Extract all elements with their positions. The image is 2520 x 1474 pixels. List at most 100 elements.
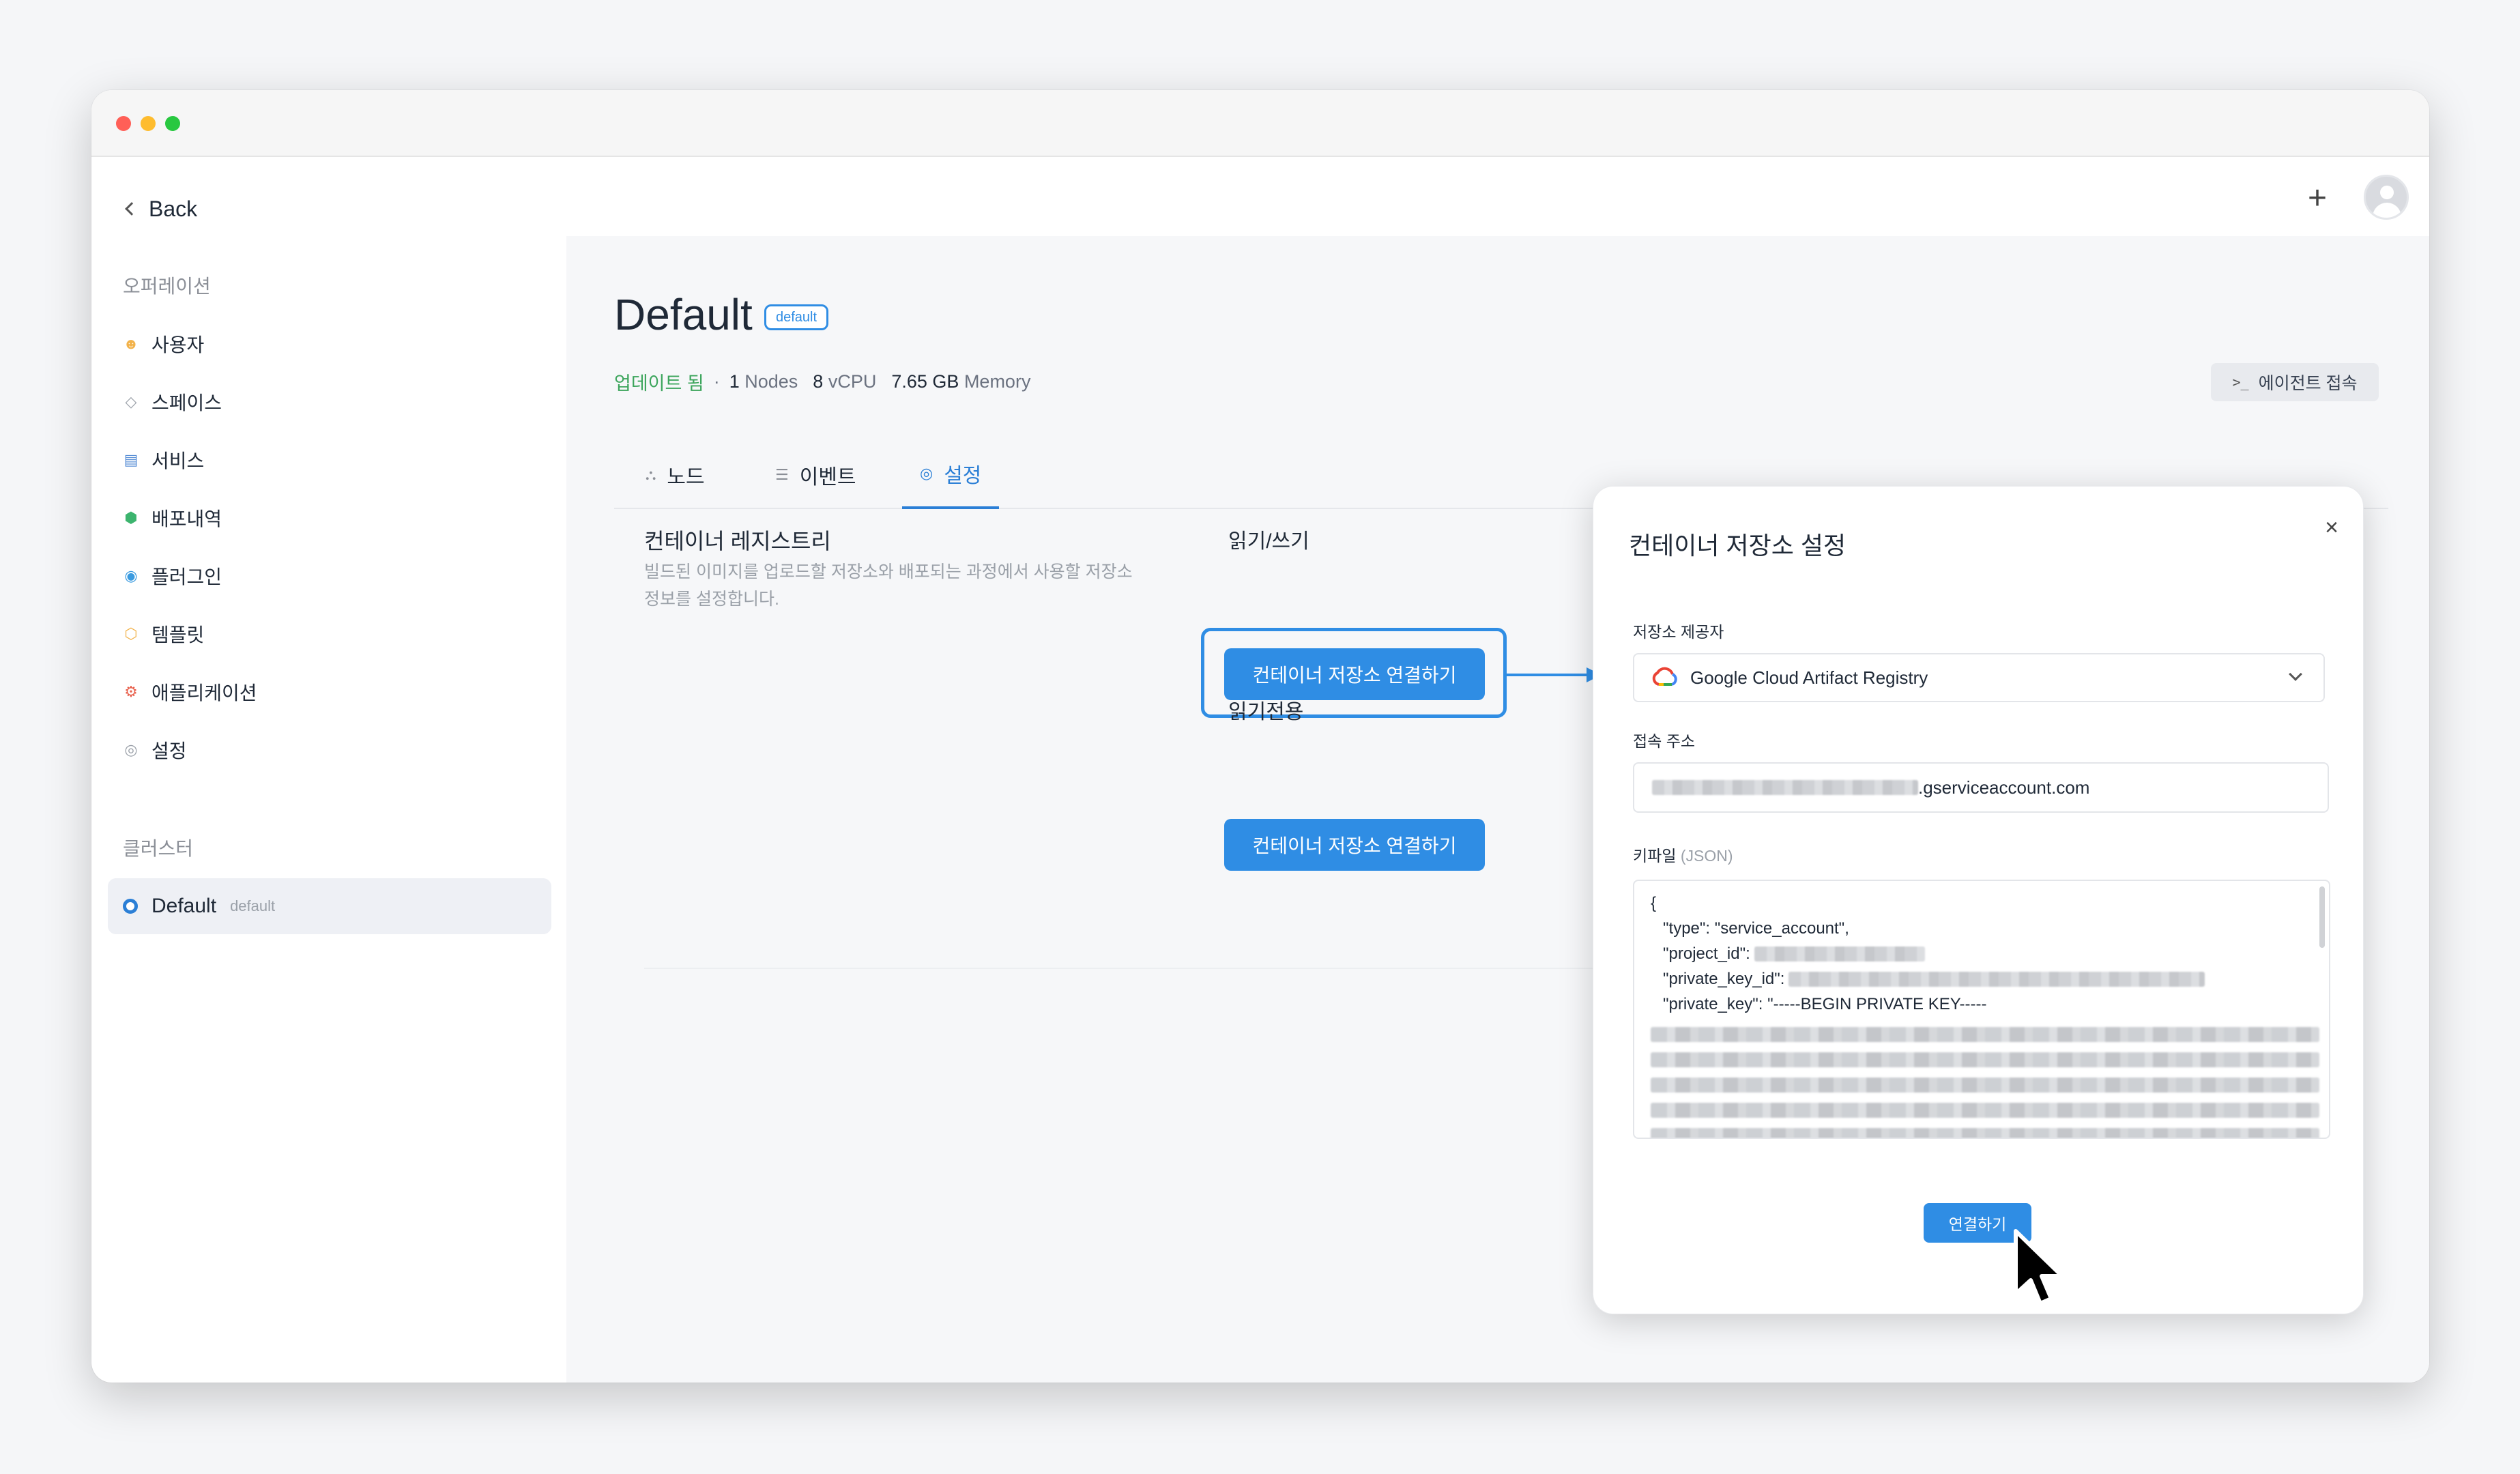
avatar[interactable] bbox=[2364, 175, 2409, 220]
json-line: "project_id": bbox=[1651, 941, 2313, 966]
plugin-icon: ◉ bbox=[124, 567, 138, 584]
registry-title: 컨테이너 레지스트리 bbox=[644, 529, 831, 553]
add-button[interactable]: + bbox=[2297, 177, 2338, 218]
sidebar-item-label: 설정 bbox=[151, 740, 187, 762]
sidebar-item-label: 서비스 bbox=[151, 450, 205, 472]
cluster-meta: 업데이트 됨 · 1 Nodes 8 vCPU 7.65 GB Memory bbox=[614, 369, 1030, 395]
tab-label: 노드 bbox=[667, 466, 705, 489]
connect-readwrite-button[interactable]: 컨테이너 저장소 연결하기 bbox=[1224, 648, 1485, 700]
mouse-cursor-icon bbox=[2014, 1229, 2064, 1305]
readwrite-label: 읽기/쓰기 bbox=[1228, 530, 1309, 553]
json-line: { bbox=[1651, 893, 1657, 912]
readonly-label: 읽기전용 bbox=[1228, 701, 1304, 723]
agent-connect-label: 에이전트 접속 bbox=[2258, 374, 2358, 393]
redacted-text bbox=[1754, 946, 1925, 962]
address-label: 접속 주소 bbox=[1633, 732, 1696, 750]
sidebar-item-templates[interactable]: ⬡ 템플릿 bbox=[123, 613, 464, 654]
gear-app-icon: ⚙ bbox=[124, 683, 138, 700]
sidebar-item-applications[interactable]: ⚙ 애플리케이션 bbox=[123, 671, 464, 712]
window-icon: ▤ bbox=[124, 451, 139, 468]
chevron-down-icon bbox=[2289, 667, 2302, 681]
json-key-private-key-id: "private_key_id": bbox=[1663, 969, 1785, 988]
users-icon: ☻ bbox=[123, 335, 139, 352]
close-window-button[interactable] bbox=[116, 116, 131, 131]
page-title: Default bbox=[614, 290, 753, 339]
sidebar-item-label: 배포내역 bbox=[151, 508, 222, 530]
json-line: "private_key": "-----BEGIN PRIVATE KEY--… bbox=[1663, 994, 1987, 1013]
sidebar-item-services[interactable]: ▤ 서비스 bbox=[123, 439, 464, 480]
provider-label: 저장소 제공자 bbox=[1633, 623, 1724, 641]
sidebar-item-label: 템플릿 bbox=[151, 624, 205, 646]
list-icon: ☰ bbox=[775, 466, 789, 483]
title-bar bbox=[91, 90, 2429, 157]
json-line: "private_key_id": bbox=[1651, 966, 2313, 992]
sidebar-item-spaces[interactable]: ◇ 스페이스 bbox=[123, 381, 464, 422]
redacted-text bbox=[1652, 780, 1918, 795]
avatar-body bbox=[2373, 203, 2401, 218]
back-label: Back bbox=[149, 196, 198, 221]
settings-icon: ◎ bbox=[124, 741, 138, 758]
modal-title: 컨테이너 저장소 설정 bbox=[1629, 532, 1846, 560]
registry-description: 빌드된 이미지를 업로드할 저장소와 배포되는 과정에서 사용할 저장소 정보를… bbox=[644, 562, 1133, 609]
meta-separator: · bbox=[713, 371, 720, 392]
redacted-text bbox=[1651, 1027, 2319, 1042]
status-text: 업데이트 됨 bbox=[614, 373, 704, 394]
redacted-text bbox=[1651, 1128, 2319, 1138]
memory-label: Memory bbox=[964, 371, 1031, 392]
sidebar-item-label: 사용자 bbox=[151, 334, 205, 356]
keyfile-textarea[interactable]: { "type": "service_account", "project_id… bbox=[1633, 880, 2330, 1139]
sidebar-section-cluster: 클러스터 bbox=[123, 838, 194, 859]
json-key-project-id: "project_id": bbox=[1663, 944, 1750, 963]
address-suffix: .gserviceaccount.com bbox=[1918, 777, 2090, 798]
vcpu-label: vCPU bbox=[828, 371, 877, 392]
close-icon[interactable]: × bbox=[2318, 514, 2345, 541]
keyfile-label-sub: (JSON) bbox=[1680, 847, 1733, 865]
maximize-window-button[interactable] bbox=[165, 116, 180, 131]
redacted-text bbox=[1651, 1052, 2319, 1067]
chevron-left-icon bbox=[125, 202, 139, 216]
google-cloud-icon bbox=[1652, 667, 1677, 686]
tab-label: 이벤트 bbox=[799, 466, 856, 489]
redacted-text bbox=[1651, 1103, 2319, 1118]
nodes-label: Nodes bbox=[744, 371, 798, 392]
back-button[interactable]: Back bbox=[123, 190, 197, 228]
arrow-annotation-icon bbox=[1506, 667, 1602, 682]
avatar-head bbox=[2380, 186, 2394, 199]
address-input[interactable]: .gserviceaccount.com bbox=[1633, 762, 2329, 813]
cluster-tag: default bbox=[230, 897, 276, 914]
sidebar-item-settings[interactable]: ◎ 설정 bbox=[123, 729, 464, 770]
nodes-icon: ⛬ bbox=[646, 466, 656, 483]
settings-icon: ◎ bbox=[920, 465, 933, 482]
title-badge: default bbox=[764, 304, 829, 330]
template-icon: ⬡ bbox=[124, 625, 138, 642]
section-divider bbox=[644, 968, 1599, 969]
provider-value: Google Cloud Artifact Registry bbox=[1690, 667, 1928, 688]
sidebar-cluster-default[interactable]: Default default bbox=[108, 878, 551, 934]
provider-select[interactable]: Google Cloud Artifact Registry bbox=[1633, 653, 2325, 702]
box-icon: ⬢ bbox=[124, 509, 138, 526]
vcpu-count: 8 bbox=[813, 371, 824, 392]
redacted-text bbox=[1788, 971, 2205, 987]
memory-value: 7.65 GB bbox=[891, 371, 959, 392]
tab-label: 설정 bbox=[944, 465, 982, 487]
sidebar-item-label: 애플리케이션 bbox=[151, 682, 257, 704]
scrollbar[interactable] bbox=[2319, 886, 2325, 948]
json-line: "type": "service_account", bbox=[1663, 919, 1849, 938]
minimize-window-button[interactable] bbox=[141, 116, 156, 131]
sidebar-item-users[interactable]: ☻ 사용자 bbox=[123, 323, 464, 364]
sidebar-item-label: 플러그인 bbox=[151, 566, 222, 588]
sidebar-item-label: 스페이스 bbox=[151, 392, 222, 414]
tab-nodes[interactable]: ⛬ 노드 bbox=[646, 441, 705, 509]
cluster-status-icon bbox=[123, 899, 138, 914]
sidebar-item-plugins[interactable]: ◉ 플러그인 bbox=[123, 555, 464, 596]
terminal-icon: >_ bbox=[2232, 374, 2249, 390]
tab-events[interactable]: ☰ 이벤트 bbox=[775, 441, 856, 509]
sidebar-item-deployments[interactable]: ⬢ 배포내역 bbox=[123, 497, 464, 538]
sidebar-section-operations: 오퍼레이션 bbox=[123, 276, 211, 297]
registry-settings-modal: 컨테이너 저장소 설정 × 저장소 제공자 Google Cloud Artif… bbox=[1593, 486, 2364, 1314]
agent-connect-button[interactable]: >_ 에이전트 접속 bbox=[2211, 363, 2379, 401]
connect-readonly-button[interactable]: 컨테이너 저장소 연결하기 bbox=[1224, 819, 1485, 871]
nodes-count: 1 bbox=[729, 371, 740, 392]
redacted-text bbox=[1651, 1078, 2319, 1093]
tab-settings[interactable]: ◎ 설정 bbox=[902, 441, 1000, 509]
